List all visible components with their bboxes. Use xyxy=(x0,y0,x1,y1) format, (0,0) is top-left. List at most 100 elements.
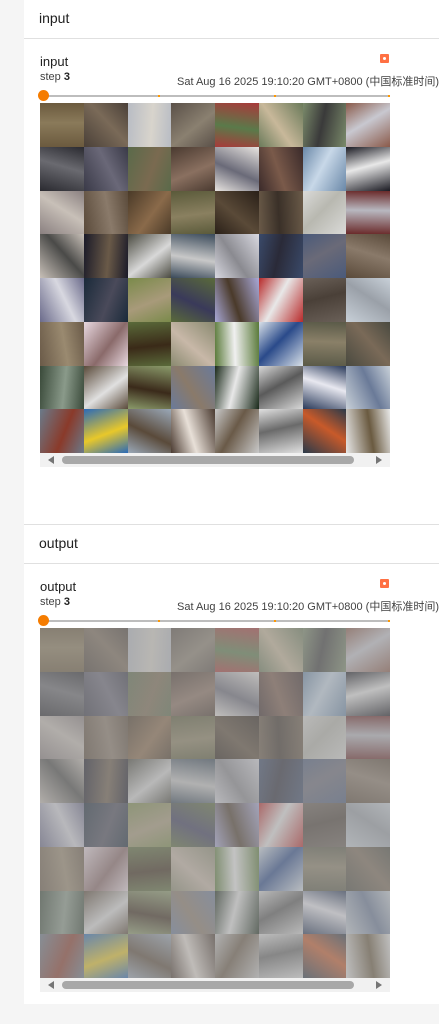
section-header-output[interactable]: output xyxy=(24,525,439,564)
image-tile xyxy=(40,846,84,891)
horizontal-scrollbar[interactable] xyxy=(40,978,390,992)
image-tile xyxy=(346,890,390,935)
image-tile xyxy=(83,409,128,453)
image-tile xyxy=(127,671,172,716)
image-tile xyxy=(127,234,172,278)
image-tile xyxy=(83,846,128,891)
left-rail xyxy=(0,0,24,1024)
image-tile xyxy=(215,278,259,322)
image-tile xyxy=(127,146,172,191)
image-tile xyxy=(127,628,172,672)
image-tile xyxy=(302,103,347,147)
scrollbar-thumb[interactable] xyxy=(62,456,354,464)
image-tile xyxy=(346,409,390,453)
image-tile xyxy=(83,190,128,235)
image-tile xyxy=(83,671,128,716)
step-slider-thumb[interactable] xyxy=(38,90,49,101)
slider-tick xyxy=(274,95,276,97)
slider-tick xyxy=(388,620,390,622)
image-tile xyxy=(302,146,347,191)
image-tile xyxy=(127,409,172,453)
step-label: step xyxy=(40,71,61,83)
card-title: output xyxy=(40,579,77,594)
expand-icon[interactable] xyxy=(380,54,389,63)
image-tile xyxy=(171,628,215,672)
image-tile xyxy=(127,759,172,803)
image-card-output: output step 3 Sat Aug 16 2025 19:10:20 G… xyxy=(24,564,439,1004)
image-tile xyxy=(258,321,303,366)
image-tile xyxy=(40,278,84,322)
image-tile xyxy=(258,715,303,760)
scroll-right-icon[interactable] xyxy=(376,456,382,464)
image-tile xyxy=(258,103,303,147)
image-tile xyxy=(346,628,390,672)
image-tile xyxy=(258,803,303,847)
image-tile xyxy=(346,234,390,278)
image-tile xyxy=(40,321,84,366)
image-tile xyxy=(40,803,84,847)
image-tile xyxy=(346,278,390,322)
image-tile xyxy=(127,321,172,366)
horizontal-scrollbar[interactable] xyxy=(40,453,390,467)
image-tile xyxy=(215,715,259,760)
card-step: step 3 xyxy=(40,596,70,608)
image-tile xyxy=(302,803,347,847)
image-tile xyxy=(346,103,390,147)
image-tile xyxy=(258,234,303,278)
image-tile xyxy=(346,846,390,891)
image-tile xyxy=(346,146,390,191)
slider-tick xyxy=(274,620,276,622)
scroll-left-icon[interactable] xyxy=(48,456,54,464)
image-tile xyxy=(40,759,84,803)
image-tile xyxy=(258,890,303,935)
image-tile xyxy=(83,321,128,366)
image-tile xyxy=(215,365,259,410)
image-tile xyxy=(302,671,347,716)
image-tile xyxy=(215,934,259,978)
image-tile xyxy=(127,190,172,235)
image-tile xyxy=(171,190,215,235)
image-tile xyxy=(40,890,84,935)
image-tile xyxy=(40,146,84,191)
step-slider-track[interactable] xyxy=(42,95,390,97)
image-tile xyxy=(40,103,84,147)
image-tile xyxy=(171,934,215,978)
image-tile xyxy=(83,365,128,410)
scroll-right-icon[interactable] xyxy=(376,981,382,989)
image-tile xyxy=(215,759,259,803)
image-tile xyxy=(215,890,259,935)
image-tile xyxy=(171,671,215,716)
image-tile xyxy=(40,409,84,453)
image-tile xyxy=(258,365,303,410)
image-tile xyxy=(171,321,215,366)
image-tile xyxy=(346,803,390,847)
scroll-left-icon[interactable] xyxy=(48,981,54,989)
image-tile xyxy=(171,278,215,322)
image-tile xyxy=(171,803,215,847)
image-tile xyxy=(40,190,84,235)
card-timestamp: Sat Aug 16 2025 19:10:20 GMT+0800 (中国标准时… xyxy=(177,601,439,613)
image-tile xyxy=(258,671,303,716)
scrollbar-thumb[interactable] xyxy=(62,981,354,989)
image-tile xyxy=(215,671,259,716)
image-tile xyxy=(127,278,172,322)
step-slider-track[interactable] xyxy=(42,620,390,622)
card-timestamp: Sat Aug 16 2025 19:10:20 GMT+0800 (中国标准时… xyxy=(177,76,439,88)
image-tile xyxy=(258,628,303,672)
expand-icon[interactable] xyxy=(380,579,389,588)
image-tile xyxy=(215,628,259,672)
image-tile xyxy=(215,103,259,147)
image-tile xyxy=(171,759,215,803)
image-tile xyxy=(258,190,303,235)
section-header-input[interactable]: input xyxy=(24,0,439,39)
image-tile xyxy=(171,715,215,760)
image-tile xyxy=(83,103,128,147)
step-slider-thumb[interactable] xyxy=(38,615,49,626)
image-tile xyxy=(127,103,172,147)
card-step: step 3 xyxy=(40,71,70,83)
image-tile xyxy=(83,890,128,935)
image-tile xyxy=(258,846,303,891)
image-tile xyxy=(215,190,259,235)
image-tile xyxy=(83,759,128,803)
